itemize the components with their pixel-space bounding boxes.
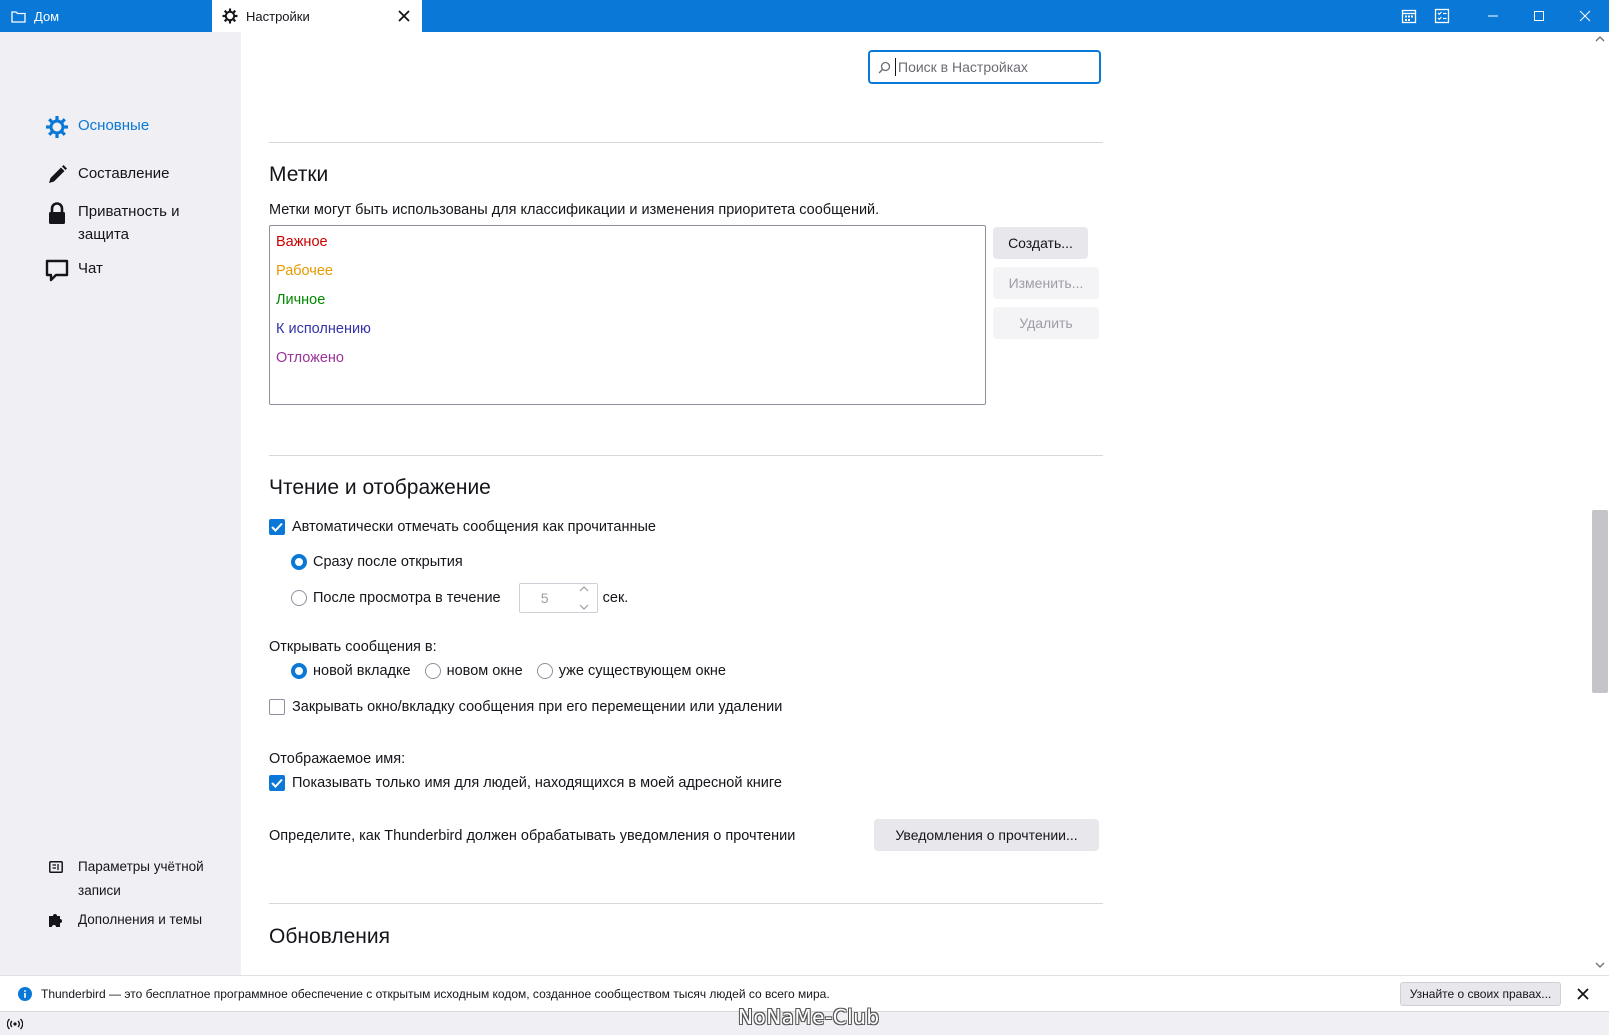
watermark: NoNaMe-Club xyxy=(738,1005,880,1029)
chevron-down-icon[interactable] xyxy=(579,604,589,610)
tasks-icon[interactable] xyxy=(1419,0,1465,32)
list-item[interactable]: Рабочее xyxy=(276,261,985,290)
info-icon xyxy=(18,987,32,1001)
sidebar-item-composition[interactable]: Составление xyxy=(44,162,169,188)
delete-tag-button[interactable]: Удалить xyxy=(993,307,1099,339)
edit-tag-button[interactable]: Изменить... xyxy=(993,267,1099,299)
delay-seconds-stepper[interactable]: 5 xyxy=(518,583,598,613)
online-status-icon[interactable] xyxy=(6,1017,24,1031)
checkbox-checked[interactable] xyxy=(269,519,285,535)
maximize-icon[interactable] xyxy=(1516,0,1562,32)
sidebar-item-addons[interactable]: Дополнения и темы xyxy=(46,908,202,932)
return-receipts-button[interactable]: Уведомления о прочтении... xyxy=(874,819,1099,851)
search-input[interactable]: Поиск в Настройках xyxy=(868,50,1101,84)
sidebar-item-label: Параметры учётной записи xyxy=(78,859,204,898)
delay-unit: сек. xyxy=(602,590,629,606)
sidebar: Основные Составление Приватность и защит… xyxy=(0,32,241,975)
chat-bubble-icon xyxy=(44,257,70,283)
create-tag-button[interactable]: Создать... xyxy=(993,227,1088,259)
gear-icon xyxy=(222,8,238,24)
sidebar-item-label: Приватность и защита xyxy=(78,203,180,243)
radio-selected[interactable] xyxy=(291,663,307,679)
open-in-label: Открывать сообщения в: xyxy=(269,639,437,655)
checkbox-checked[interactable] xyxy=(269,775,285,791)
scrollbar-thumb[interactable] xyxy=(1592,510,1608,693)
settings-content: Поиск в Настройках Метки Метки могут быт… xyxy=(241,32,1591,975)
sidebar-item-label: Дополнения и темы xyxy=(78,912,203,927)
checkbox-label: Закрывать окно/вкладку сообщения при его… xyxy=(292,699,783,715)
checkbox-unchecked[interactable] xyxy=(269,699,285,715)
minimize-icon[interactable] xyxy=(1470,0,1516,32)
puzzle-icon xyxy=(46,908,66,932)
close-window-icon[interactable] xyxy=(1562,0,1608,32)
mark-after-delay-radio[interactable]: После просмотра в течение 5 сек. xyxy=(291,583,628,613)
auto-mark-read-checkbox[interactable]: Автоматически отмечать сообщения как про… xyxy=(269,519,656,535)
mark-immediately-radio[interactable]: Сразу после открытия xyxy=(291,554,463,570)
divider xyxy=(269,903,1103,904)
pencil-icon xyxy=(44,162,70,188)
close-on-move-checkbox[interactable]: Закрывать окно/вкладку сообщения при его… xyxy=(269,699,782,715)
radio-selected[interactable] xyxy=(291,554,307,570)
section-title-reading: Чтение и отображение xyxy=(269,476,491,499)
sidebar-item-label: Основные xyxy=(78,117,150,134)
tags-list[interactable]: Важное Рабочее Личное К исполнению Отлож… xyxy=(269,225,986,405)
list-item[interactable]: Личное xyxy=(276,290,985,319)
tab-settings[interactable]: Настройки xyxy=(212,0,422,32)
radio-unselected[interactable] xyxy=(424,663,441,679)
radio-label-new-tab[interactable]: новой вкладке xyxy=(313,663,411,679)
delay-seconds-value: 5 xyxy=(540,590,549,606)
radio-label: После просмотра в течение xyxy=(313,590,501,606)
scroll-up-icon[interactable] xyxy=(1595,35,1605,42)
close-notification-icon[interactable] xyxy=(1574,985,1592,1003)
radio-unselected[interactable] xyxy=(536,663,553,679)
tab-settings-label: Настройки xyxy=(246,8,310,24)
vertical-scrollbar[interactable] xyxy=(1591,32,1609,975)
list-item[interactable]: Отложено xyxy=(276,348,985,377)
sidebar-item-chat[interactable]: Чат xyxy=(44,257,103,283)
sidebar-item-label: Составление xyxy=(78,165,170,182)
tab-home-label: Дом xyxy=(34,8,60,24)
radio-label-existing-window[interactable]: уже существующем окне xyxy=(559,663,726,679)
chevron-up-icon[interactable] xyxy=(579,586,589,592)
receipts-description: Определите, как Thunderbird должен обраб… xyxy=(269,828,796,844)
list-item[interactable]: К исполнению xyxy=(276,319,985,348)
radio-label: Сразу после открытия xyxy=(313,554,463,570)
gear-icon xyxy=(44,114,70,140)
show-name-only-checkbox[interactable]: Показывать только имя для людей, находящ… xyxy=(269,775,782,791)
radio-unselected[interactable] xyxy=(291,590,307,606)
sidebar-item-general[interactable]: Основные xyxy=(44,114,149,140)
display-name-label: Отображаемое имя: xyxy=(269,751,406,767)
divider xyxy=(269,142,1103,143)
know-your-rights-button[interactable]: Узнайте о своих правах... xyxy=(1400,982,1561,1006)
radio-label-new-window[interactable]: новом окне xyxy=(447,663,523,679)
tags-description: Метки могут быть использованы для класси… xyxy=(269,202,880,218)
sidebar-item-account-settings[interactable]: Параметры учётной записи xyxy=(46,855,216,903)
section-title-tags: Метки xyxy=(269,163,329,186)
tab-home[interactable]: Дом xyxy=(0,0,211,32)
close-tab-icon[interactable] xyxy=(394,6,414,26)
search-placeholder: Поиск в Настройках xyxy=(898,59,1028,75)
folder-icon xyxy=(10,8,26,24)
list-item[interactable]: Важное xyxy=(276,232,985,261)
notification-text: Thunderbird — это бесплатное программное… xyxy=(41,987,830,1001)
lock-icon xyxy=(44,200,70,226)
open-in-options: новой вкладке новом окне уже существующе… xyxy=(291,663,726,679)
scroll-down-icon[interactable] xyxy=(1595,962,1605,969)
checkbox-label: Показывать только имя для людей, находящ… xyxy=(292,775,782,791)
sidebar-item-label: Чат xyxy=(78,260,103,277)
sidebar-item-privacy[interactable]: Приватность и защита xyxy=(44,200,224,246)
checkbox-label: Автоматически отмечать сообщения как про… xyxy=(292,519,656,535)
account-settings-icon xyxy=(46,855,66,879)
search-icon xyxy=(878,61,891,74)
title-bar: Дом Настройки xyxy=(0,0,1609,32)
divider xyxy=(269,455,1103,456)
section-title-updates: Обновления xyxy=(269,925,390,948)
text-caret xyxy=(895,58,896,76)
